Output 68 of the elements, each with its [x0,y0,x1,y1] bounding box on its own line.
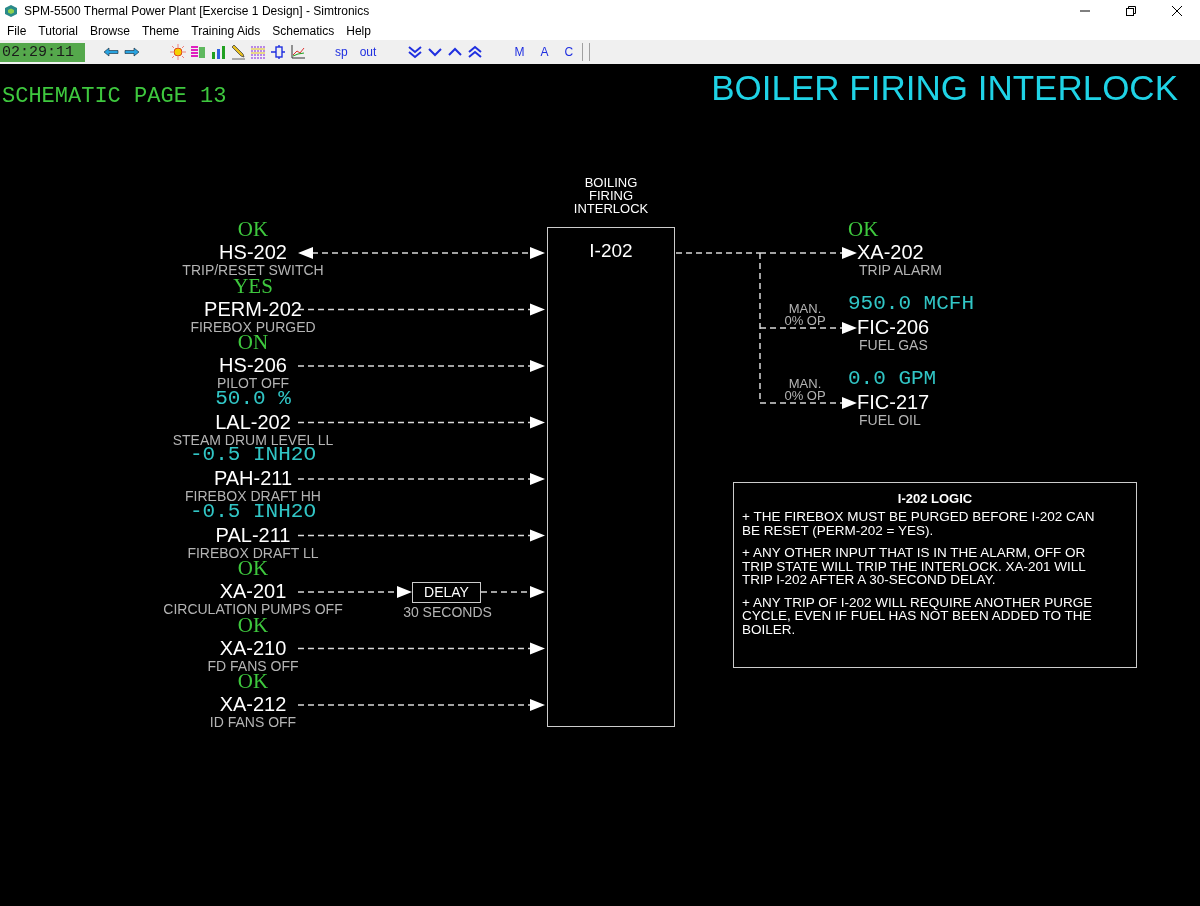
toolbar-text-button[interactable]: out [356,45,380,59]
menu-item[interactable]: Theme [136,24,187,38]
page-heading: BOILER FIRING INTERLOCK [711,68,1178,108]
tag-description: FIREBOX DRAFT LL [187,545,319,560]
tag-description: TRIP ALARM [859,263,942,277]
window-title: SPM-5500 Thermal Power Plant [Exercise 1 Design] - Simtronics [24,4,371,18]
dashed-arrow [480,586,545,598]
menu-item[interactable]: Help [341,24,378,38]
double-chevron-up-icon[interactable] [467,43,484,61]
tag-label: HS-206 [219,354,287,376]
tag-description: STEAM DRUM LEVEL LL [172,432,334,447]
tag-label: FIC-206 [857,316,930,338]
tag-description: FUEL OIL [859,413,921,427]
status-value: OK [848,217,879,241]
mode-label: MAN. [787,303,823,315]
mode-button[interactable]: C [561,45,577,59]
sun-icon[interactable] [170,43,186,61]
mode-button[interactable]: A [537,45,552,59]
tag-description: FD FANS OFF [207,658,299,673]
status-value: 950.0 MCFH [848,292,975,316]
double-chevron-down-icon[interactable] [407,43,424,61]
bar-list-icon[interactable] [190,43,206,61]
page-label: SCHEMATIC PAGE 13 [2,84,227,109]
logic-paragraph: + THE FIREBOX MUST BE PURGED BEFORE I-202 CAN BE RESET (PERM-202 = YES). [742,510,1096,537]
tag-description: ID FANS OFF [209,715,297,729]
tag-description: FIREBOX PURGED [190,319,316,334]
clock-display: 02:29:11 [0,42,85,62]
tag-description: FIREBOX DRAFT HH [185,489,321,503]
restore-icon [1126,6,1136,16]
interlock-tag: I-202 [589,240,633,262]
output-label: 0% OP [783,390,827,402]
tag-description: PILOT OFF [216,376,290,390]
valve-icon[interactable] [270,43,286,61]
logic-paragraph: + ANY OTHER INPUT THAT IS IN THE ALARM, OFF OR TRIP STATE WILL TRIP THE INTERLOCK. XA-201 WILL TRIP I-202 AFTER A 30-SECOND DELAY. [742,546,1087,587]
menu-item[interactable]: Schematics [267,24,342,38]
tag-label: XA-210 [219,636,287,659]
tag-label: HS-202 [219,241,287,263]
tag-description: TRIP/RESET SWITCH [182,263,324,277]
trend-chart-icon[interactable] [290,43,306,61]
delay-block: DELAY [412,582,481,603]
menu-item[interactable]: Browse [84,24,137,38]
output-label: 0% OP [783,315,827,327]
status-value: OK [237,217,269,241]
interlock-title: BOILING FIRING INTERLOCK [572,176,650,215]
tag-label: XA-212 [219,693,287,715]
mode-button[interactable]: M [511,45,528,59]
tag-label: XA-201 [219,580,287,602]
tag-description: CIRCULATION PUMPS OFF [163,602,343,616]
bar-chart-icon[interactable] [210,43,226,61]
mode-label: MAN. [787,378,823,390]
tag-label: PAL-211 [215,523,291,546]
tag-label: PERM-202 [204,297,302,320]
tag-description: FUEL GAS [859,338,928,352]
close-icon [1172,6,1182,16]
status-value: 0.0 GPM [848,367,937,391]
logic-paragraph: + ANY TRIP OF I-202 WILL REQUIRE ANOTHER PURGE CYCLE, EVEN IF FUEL HAS NOT BEEN ADDED TO THE BOILER. [742,595,1094,636]
tag-label: FIC-217 [857,391,930,413]
tag-label: LAL-202 [215,410,291,433]
tag-label: XA-202 [857,241,924,263]
pencil-icon[interactable] [230,43,246,61]
tag-label: PAH-211 [213,467,293,489]
logic-title: I-202 LOGIC [896,491,974,506]
menu-item[interactable]: Training Aids [186,24,268,38]
menu-item[interactable]: Tutorial [33,24,85,38]
app-logo-icon [4,4,18,18]
toolbar-text-button[interactable]: sp [332,45,351,59]
menu-item[interactable]: File [2,24,34,38]
delay-time: 30 SECONDS [402,604,493,620]
